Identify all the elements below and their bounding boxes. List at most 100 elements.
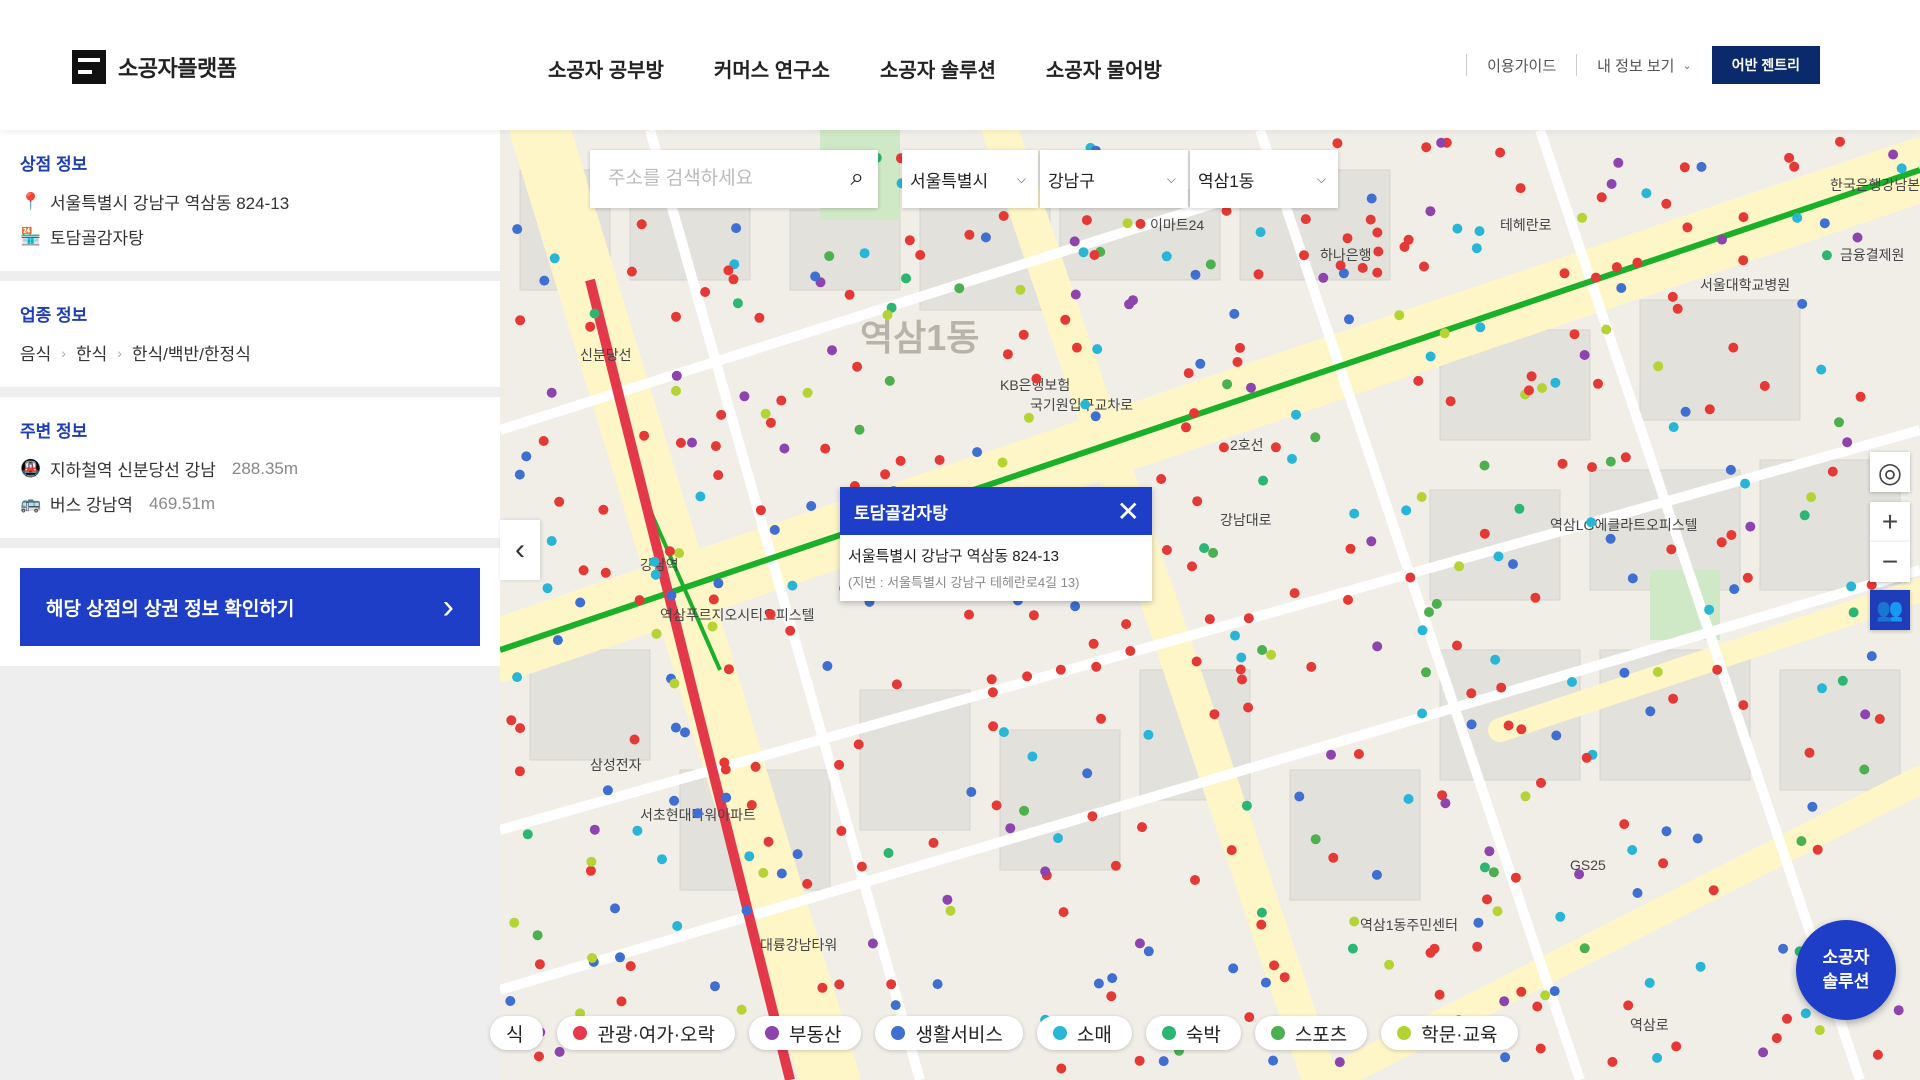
- poi-marker[interactable]: [1181, 422, 1191, 433]
- poi-marker[interactable]: [1852, 232, 1863, 243]
- poi-marker[interactable]: [549, 253, 560, 264]
- poi-marker[interactable]: [671, 385, 681, 396]
- poi-marker[interactable]: [1143, 946, 1154, 957]
- poi-marker[interactable]: [723, 664, 734, 675]
- poi-marker[interactable]: [1577, 212, 1588, 223]
- poi-marker[interactable]: [1605, 456, 1616, 467]
- poi-marker[interactable]: [1125, 646, 1136, 656]
- poi-marker[interactable]: [1812, 844, 1823, 855]
- poi-marker[interactable]: [1758, 1047, 1769, 1058]
- poi-marker[interactable]: [1107, 973, 1118, 984]
- poi-marker[interactable]: [991, 800, 1002, 811]
- poi-marker[interactable]: [754, 312, 765, 323]
- poi-marker[interactable]: [997, 457, 1008, 468]
- poi-marker[interactable]: [1342, 233, 1353, 244]
- poi-marker[interactable]: [1191, 656, 1202, 667]
- poi-marker[interactable]: [1365, 214, 1376, 225]
- poi-marker[interactable]: [859, 248, 870, 259]
- poi-marker[interactable]: [883, 848, 894, 858]
- poi-marker[interactable]: [1692, 833, 1703, 844]
- poi-marker[interactable]: [867, 938, 878, 949]
- poi-marker[interactable]: [1789, 161, 1800, 172]
- poi-marker[interactable]: [1235, 664, 1246, 675]
- poi-marker[interactable]: [1366, 193, 1377, 204]
- poi-marker[interactable]: [1704, 604, 1715, 615]
- poi-marker[interactable]: [1291, 409, 1301, 420]
- poi-marker[interactable]: [836, 826, 847, 836]
- poi-marker[interactable]: [1520, 791, 1531, 802]
- poi-marker[interactable]: [1208, 547, 1219, 558]
- poi-marker[interactable]: [1893, 1005, 1904, 1016]
- poi-marker[interactable]: [1082, 768, 1093, 779]
- poi-marker[interactable]: [1124, 299, 1135, 310]
- poi-marker[interactable]: [785, 625, 796, 636]
- poi-marker[interactable]: [1712, 664, 1723, 675]
- poi-marker[interactable]: [1015, 284, 1026, 295]
- poi-marker[interactable]: [515, 723, 526, 734]
- poi-marker[interactable]: [542, 583, 553, 594]
- poi-marker[interactable]: [1672, 303, 1683, 314]
- poi-marker[interactable]: [1848, 607, 1859, 618]
- poi-marker[interactable]: [1493, 551, 1504, 562]
- poi-marker[interactable]: [1632, 257, 1643, 268]
- poi-marker[interactable]: [1479, 528, 1490, 539]
- poi-marker[interactable]: [1860, 709, 1871, 720]
- poi-marker[interactable]: [1416, 492, 1427, 502]
- poi-marker[interactable]: [1792, 212, 1803, 223]
- poi-marker[interactable]: [1680, 406, 1691, 417]
- poi-marker[interactable]: [539, 275, 550, 286]
- poi-marker[interactable]: [1425, 206, 1436, 217]
- poi-marker[interactable]: [824, 251, 835, 262]
- poi-marker[interactable]: [1241, 800, 1252, 811]
- poi-marker[interactable]: [671, 311, 681, 322]
- poi-marker[interactable]: [586, 856, 597, 867]
- poi-marker[interactable]: [1695, 961, 1706, 972]
- poi-marker[interactable]: [1535, 1043, 1546, 1054]
- poi-marker[interactable]: [1161, 545, 1172, 555]
- poi-marker[interactable]: [1738, 255, 1749, 266]
- legend-chip[interactable]: 식: [490, 1016, 544, 1050]
- poi-marker[interactable]: [1347, 943, 1358, 954]
- poi-marker[interactable]: [1872, 1049, 1883, 1060]
- poi-marker[interactable]: [1070, 601, 1081, 612]
- poi-marker[interactable]: [945, 905, 956, 916]
- poi-marker[interactable]: [1508, 559, 1518, 570]
- poi-marker[interactable]: [1653, 361, 1664, 372]
- poi-marker[interactable]: [669, 678, 680, 689]
- poi-marker[interactable]: [707, 621, 718, 632]
- poi-marker[interactable]: [1218, 442, 1229, 453]
- poi-marker[interactable]: [669, 795, 680, 806]
- people-filter-button[interactable]: 👥: [1870, 590, 1910, 630]
- poi-marker[interactable]: [1682, 222, 1693, 233]
- poi-marker[interactable]: [1593, 378, 1603, 389]
- poi-marker[interactable]: [1031, 373, 1042, 384]
- poi-marker[interactable]: [1503, 720, 1514, 731]
- zoom-in-button[interactable]: +: [1870, 502, 1910, 542]
- poi-marker[interactable]: [1310, 834, 1321, 845]
- poi-marker[interactable]: [1226, 845, 1237, 856]
- poi-marker[interactable]: [1279, 972, 1290, 983]
- poi-marker[interactable]: [822, 661, 833, 671]
- poi-marker[interactable]: [891, 679, 902, 690]
- poi-marker[interactable]: [1611, 262, 1622, 273]
- poi-marker[interactable]: [509, 917, 520, 928]
- poi-marker[interactable]: [719, 757, 730, 768]
- poi-marker[interactable]: [1357, 262, 1368, 273]
- zoom-out-button[interactable]: −: [1870, 542, 1910, 582]
- collapse-sidebar-button[interactable]: ‹: [500, 520, 540, 580]
- poi-marker[interactable]: [1256, 919, 1267, 930]
- poi-marker[interactable]: [736, 1004, 747, 1015]
- poi-marker[interactable]: [1596, 192, 1607, 203]
- poi-marker[interactable]: [1499, 996, 1510, 1007]
- poi-marker[interactable]: [1627, 845, 1638, 855]
- poi-marker[interactable]: [1190, 875, 1200, 885]
- brand-button[interactable]: 어반 젠트리: [1711, 46, 1820, 84]
- poi-marker[interactable]: [1515, 183, 1526, 194]
- poi-marker[interactable]: [1266, 649, 1277, 660]
- poi-marker[interactable]: [1549, 986, 1560, 997]
- poi-marker[interactable]: [1122, 218, 1133, 229]
- poi-marker[interactable]: [1466, 719, 1477, 730]
- poi-marker[interactable]: [1866, 651, 1877, 662]
- poi-marker[interactable]: [687, 437, 697, 448]
- poi-marker[interactable]: [802, 387, 813, 398]
